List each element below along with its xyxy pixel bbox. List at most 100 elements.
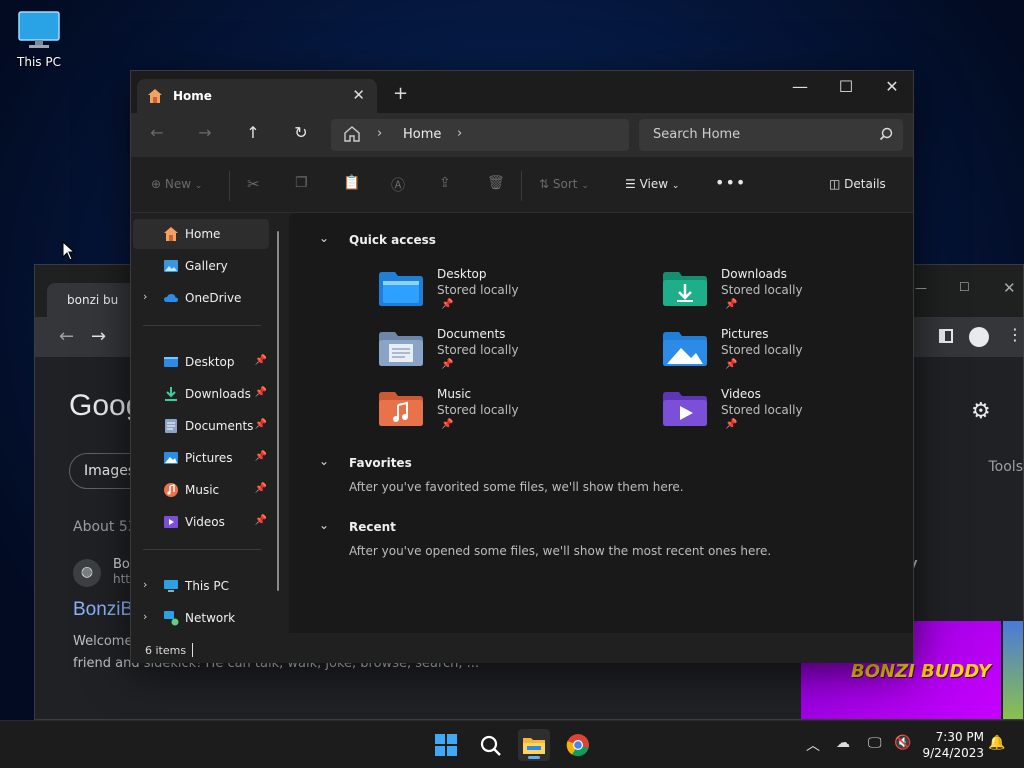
pin-icon[interactable]: 📌 [255,451,267,462]
up-icon[interactable]: ↑ [241,123,265,142]
quick-access-pictures[interactable]: Pictures Stored locally 📌 [663,327,903,381]
volume-muted-icon[interactable]: 🔇 [894,735,911,751]
nav-label: Music [185,483,220,497]
minimize-icon[interactable]: — [777,77,823,96]
result-image-2[interactable] [1003,621,1023,719]
nav-item-desktop[interactable]: Desktop 📌 [133,347,269,377]
collapse-chevron-icon[interactable]: ⌄ [319,231,329,245]
recent-header[interactable]: Recent [349,520,396,534]
pin-icon[interactable]: 📌 [255,387,267,398]
rename-icon[interactable]: Ⓐ [391,175,405,195]
nav-item-this-pc[interactable]: › This PC [133,571,269,601]
close-window-icon[interactable]: ✕ [869,77,915,96]
music-folder-icon [379,392,423,426]
quick-access-header[interactable]: Quick access [349,233,436,247]
tray-overflow-icon[interactable]: ︿ [806,735,820,755]
nav-item-pictures[interactable]: Pictures 📌 [133,443,269,473]
network-icon [164,611,179,626]
start-button[interactable] [430,729,462,761]
network-tray-icon[interactable]: 🖵 [868,735,882,751]
browser-minimize-icon[interactable]: — [915,281,927,295]
status-divider [192,643,193,657]
quick-access-videos[interactable]: Videos Stored locally 📌 [663,387,903,441]
favorites-header[interactable]: Favorites [349,456,412,470]
download-icon [165,387,177,401]
new-tab-icon[interactable]: + [393,83,408,104]
pin-icon[interactable]: 📌 [255,483,267,494]
nav-item-documents[interactable]: Documents 📌 [133,411,269,441]
search-input[interactable]: Search Home [653,127,740,142]
notification-bell-icon[interactable]: 🔔 [988,735,1005,751]
nav-item-music[interactable]: Music 📌 [133,475,269,505]
nav-item-network[interactable]: › Network [133,603,269,633]
file-explorer-window[interactable]: Home ✕ + — ☐ ✕ ← → ↑ ↻ › Home › Search H… [130,70,915,663]
breadcrumb-chevron-icon[interactable]: › [457,126,462,141]
result-title-link[interactable]: BonziB [73,599,133,621]
pin-icon[interactable]: 📌 [255,515,267,526]
browser-maximize-icon[interactable]: ☐ [959,280,970,294]
details-button[interactable]: ◫ Details [829,177,886,191]
collapse-chevron-icon[interactable]: ⌄ [319,518,329,532]
refresh-icon[interactable]: ↻ [289,123,313,142]
cut-icon[interactable]: ✂ [247,175,260,193]
browser-forward-icon[interactable]: → [91,326,106,347]
tools-label[interactable]: Tools [989,459,1024,475]
monitor-icon [18,11,60,48]
quick-access-documents[interactable]: Documents Stored locally 📌 [379,327,619,381]
pin-icon: 📌 [441,299,454,310]
copy-icon[interactable]: ❐ [295,175,308,191]
nav-label: Pictures [185,451,233,465]
folder-status: Stored locally [437,343,519,357]
pin-icon[interactable]: 📌 [255,355,267,366]
more-options-icon[interactable]: ••• [715,173,746,192]
address-box[interactable]: › Home › [331,119,629,151]
delete-icon[interactable]: 🗑 [487,175,505,191]
browser-profile-icon[interactable] [969,327,989,347]
close-tab-icon[interactable]: ✕ [352,86,365,104]
explorer-tab-home[interactable]: Home ✕ [137,79,377,113]
paste-icon[interactable]: 📋 [343,175,360,191]
search-box[interactable]: Search Home [639,119,903,151]
forward-icon[interactable]: → [193,123,217,142]
expand-chevron-icon[interactable]: › [143,610,147,623]
nav-scrollbar[interactable] [277,231,279,591]
folder-name: Desktop [437,267,487,281]
settings-gear-icon[interactable]: ⚙ [971,399,991,424]
nav-item-gallery[interactable]: Gallery [133,251,269,281]
pin-icon[interactable]: 📌 [255,419,267,430]
nav-label: Gallery [185,259,228,273]
nav-item-videos[interactable]: Videos 📌 [133,507,269,537]
nav-item-onedrive[interactable]: › OneDrive [133,283,269,313]
sort-button[interactable]: ⇅ Sort ⌄ [539,177,589,191]
maximize-icon[interactable]: ☐ [823,77,869,96]
breadcrumb-chevron-icon[interactable]: › [377,126,382,141]
breadcrumb-home[interactable]: Home [403,127,441,142]
quick-access-desktop[interactable]: Desktop Stored locally 📌 [379,267,619,321]
nav-item-downloads[interactable]: Downloads 📌 [133,379,269,409]
computer-icon [164,580,178,592]
expand-chevron-icon[interactable]: › [143,290,147,303]
content-pane: ⌄ Quick access Desktop Stored locally 📌 … [289,213,913,633]
system-clock[interactable]: 7:30 PM 9/24/2023 [918,729,984,761]
browser-menu-icon[interactable]: ⋮ [1007,325,1023,344]
view-button[interactable]: ☰ View ⌄ [625,177,679,191]
folder-name: Videos [721,387,761,401]
nav-label: Home [185,227,221,241]
back-icon[interactable]: ← [145,123,169,142]
expand-chevron-icon[interactable]: › [143,578,147,591]
nav-item-home[interactable]: Home [133,219,269,249]
chrome-taskbar-button[interactable] [562,729,594,761]
file-explorer-taskbar-button[interactable] [518,729,550,761]
browser-back-icon[interactable]: ← [59,326,74,347]
browser-sidepanel-icon[interactable] [939,329,953,343]
new-button[interactable]: ⊕ New ⌄ [151,177,202,191]
collapse-chevron-icon[interactable]: ⌄ [319,454,329,468]
desktop-icon-this-pc[interactable]: This PC [10,10,68,69]
browser-close-icon[interactable]: ✕ [1003,279,1016,297]
share-icon[interactable]: ⇪ [439,175,451,191]
onedrive-tray-icon[interactable]: ☁ [836,735,850,751]
quick-access-downloads[interactable]: Downloads Stored locally 📌 [663,267,903,321]
search-button[interactable] [474,729,506,761]
browser-tab[interactable]: bonzi bu [47,283,137,317]
quick-access-music[interactable]: Music Stored locally 📌 [379,387,619,441]
